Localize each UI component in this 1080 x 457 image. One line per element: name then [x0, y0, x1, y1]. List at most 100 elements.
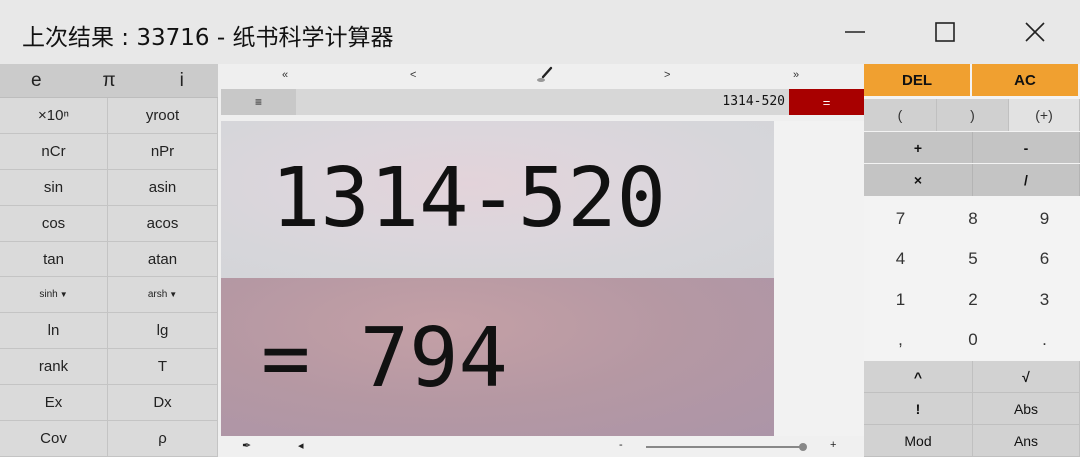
factorial-button[interactable]: !: [864, 393, 973, 425]
display-expression: 1314-520: [271, 151, 666, 246]
acos-button[interactable]: acos: [108, 205, 218, 242]
expression-input[interactable]: 1314-520: [722, 94, 785, 109]
digit-row-4: , 0 .: [864, 320, 1080, 360]
digit-4-button[interactable]: 4: [864, 239, 937, 279]
power-button[interactable]: ^: [864, 361, 973, 393]
constant-i-button[interactable]: i: [145, 64, 218, 97]
close-paren-button[interactable]: ): [937, 99, 1009, 131]
scroll-left-button[interactable]: ◂: [298, 439, 304, 452]
window-title: 上次结果 : 33716 - 纸书科学计算器: [22, 25, 394, 51]
abs-button[interactable]: Abs: [973, 393, 1080, 425]
ans-button[interactable]: Ans: [973, 425, 1080, 457]
plus-button[interactable]: +: [864, 132, 973, 163]
digit-0-button[interactable]: 0: [937, 320, 1009, 360]
npr-button[interactable]: nPr: [108, 133, 218, 170]
history-last-button[interactable]: »: [793, 69, 799, 81]
func-row-1: ^ √: [864, 361, 1080, 393]
history-first-button[interactable]: «: [282, 69, 288, 81]
digit-1-button[interactable]: 1: [864, 279, 937, 320]
digit-3-button[interactable]: 3: [1009, 279, 1080, 320]
digit-8-button[interactable]: 8: [937, 199, 1009, 239]
brush-button[interactable]: [536, 66, 554, 87]
ac-button[interactable]: AC: [972, 64, 1080, 96]
mod-button[interactable]: Mod: [864, 425, 973, 457]
maximize-icon: [935, 22, 955, 42]
zoom-out-button[interactable]: -: [619, 439, 623, 451]
decimal-button[interactable]: .: [1009, 320, 1080, 360]
cos-button[interactable]: cos: [0, 205, 108, 242]
yroot-button[interactable]: yroot: [108, 98, 218, 134]
operator-row-2: × /: [864, 164, 1080, 196]
pin-button[interactable]: ✒: [242, 439, 251, 452]
history-prev-button[interactable]: <: [410, 69, 416, 81]
pow10-button[interactable]: ×10ⁿ: [0, 98, 108, 134]
history-next-button[interactable]: >: [664, 69, 670, 81]
multiply-button[interactable]: ×: [864, 164, 973, 196]
function-panel: e π i ×10ⁿ yroot nCr nPr sin asin cos ac…: [0, 64, 218, 457]
function-grid: ×10ⁿ yroot nCr nPr sin asin cos acos tan…: [0, 98, 218, 457]
sinh-dropdown[interactable]: sinh ▼: [0, 277, 108, 314]
paren-row: ( ) (+): [864, 99, 1080, 131]
digit-row-3: 1 2 3: [864, 279, 1080, 320]
asin-button[interactable]: asin: [108, 169, 218, 206]
digit-9-button[interactable]: 9: [1009, 199, 1080, 239]
expression-bar: ≡ 1314-520 =: [221, 89, 864, 115]
atan-button[interactable]: atan: [108, 241, 218, 278]
minus-button[interactable]: -: [973, 132, 1080, 163]
result-display: 1314-520 = 794: [221, 121, 774, 436]
rank-button[interactable]: rank: [0, 349, 108, 386]
dx-button[interactable]: Dx: [108, 385, 218, 422]
equals-button[interactable]: =: [789, 89, 864, 115]
func-row-3: Mod Ans: [864, 425, 1080, 457]
lg-button[interactable]: lg: [108, 313, 218, 350]
display-side-strip: [774, 121, 864, 436]
digit-row-1: 7 8 9: [864, 199, 1080, 239]
caret-down-icon: ▼: [59, 290, 68, 300]
caret-down-icon: ▼: [169, 290, 178, 300]
digit-7-button[interactable]: 7: [864, 199, 937, 239]
ncr-button[interactable]: nCr: [0, 133, 108, 170]
operator-row-1: + -: [864, 132, 1080, 163]
display-result: = 794: [261, 311, 508, 406]
brush-icon: [537, 66, 553, 82]
rho-button[interactable]: ρ: [108, 421, 218, 457]
ln-button[interactable]: ln: [0, 313, 108, 350]
func-row-2: ! Abs: [864, 393, 1080, 425]
zoom-slider-thumb[interactable]: [799, 443, 807, 451]
auto-paren-button[interactable]: (+): [1009, 99, 1080, 131]
constant-pi-button[interactable]: π: [73, 64, 146, 97]
digit-row-2: 4 5 6: [864, 239, 1080, 279]
clear-row: DEL AC: [864, 64, 1080, 96]
minimize-icon: [845, 31, 865, 33]
sin-button[interactable]: sin: [0, 169, 108, 206]
digit-2-button[interactable]: 2: [937, 279, 1009, 320]
minimize-button[interactable]: [810, 0, 900, 64]
digit-5-button[interactable]: 5: [937, 239, 1009, 279]
arsh-label: arsh: [147, 289, 168, 301]
zoom-slider[interactable]: [646, 446, 802, 448]
close-icon: [1025, 22, 1045, 42]
main-panel: « < > » ≡ 1314-520 = 1314-520 = 794 ✒ ◂ …: [218, 64, 864, 457]
sinh-label: sinh: [39, 289, 58, 301]
constants-row: e π i: [0, 64, 218, 98]
sqrt-button[interactable]: √: [973, 361, 1080, 393]
divide-button[interactable]: /: [973, 164, 1080, 196]
arsh-dropdown[interactable]: arsh ▼: [108, 277, 218, 314]
history-nav: « < > »: [218, 64, 864, 88]
open-paren-button[interactable]: (: [864, 99, 937, 131]
menu-button[interactable]: ≡: [221, 89, 296, 115]
cov-button[interactable]: Cov: [0, 421, 108, 457]
title-bar: 上次结果 : 33716 - 纸书科学计算器: [0, 0, 1080, 64]
tan-button[interactable]: tan: [0, 241, 108, 278]
bottom-toolbar: ✒ ◂ - +: [218, 436, 864, 457]
del-button[interactable]: DEL: [864, 64, 972, 96]
zoom-in-button[interactable]: +: [830, 439, 836, 451]
keypad-panel: DEL AC ( ) (+) + - × / 7 8 9 4 5 6 1 2 3…: [864, 64, 1080, 457]
digit-6-button[interactable]: 6: [1009, 239, 1080, 279]
transpose-button[interactable]: T: [108, 349, 218, 386]
constant-e-button[interactable]: e: [0, 64, 73, 97]
ex-button[interactable]: Ex: [0, 385, 108, 422]
maximize-button[interactable]: [900, 0, 990, 64]
close-button[interactable]: [990, 0, 1080, 64]
comma-button[interactable]: ,: [864, 320, 937, 360]
